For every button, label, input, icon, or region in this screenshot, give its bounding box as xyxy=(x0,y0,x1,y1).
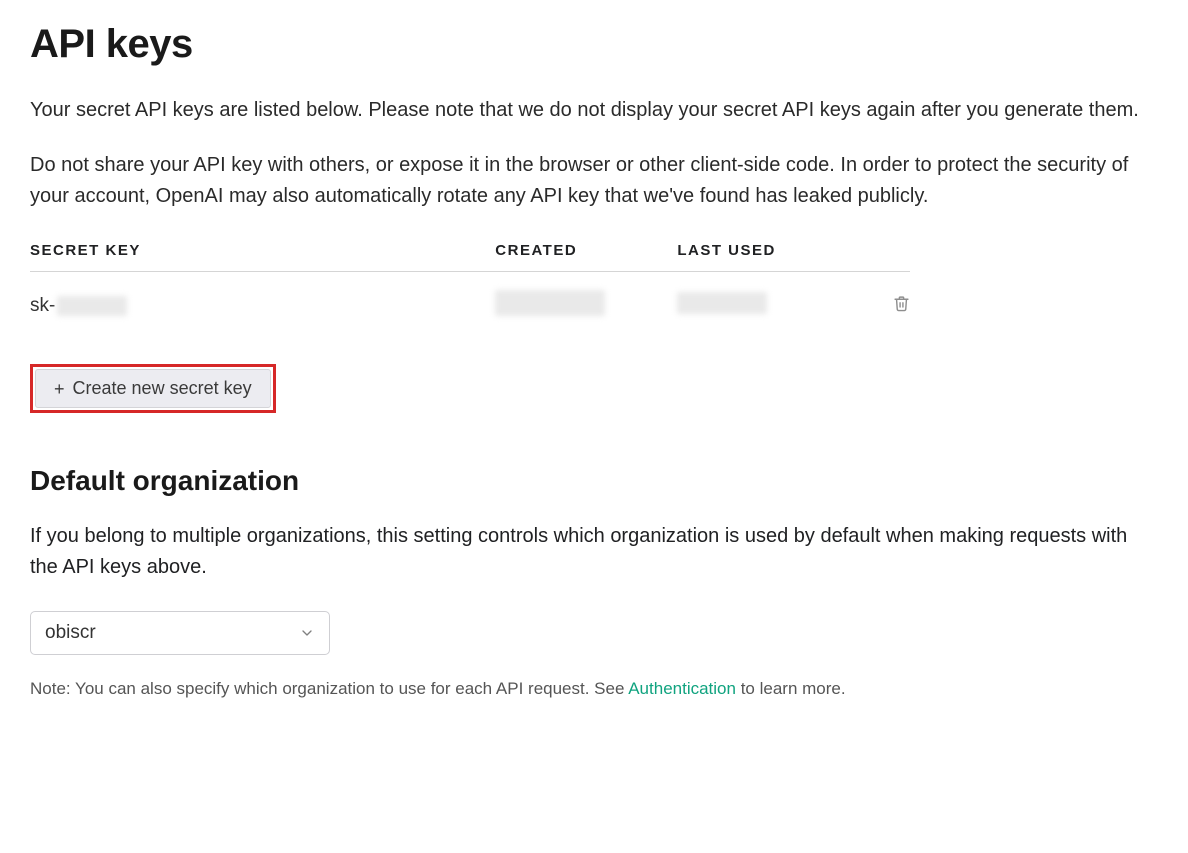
table-header-secret: SECRET KEY xyxy=(30,242,495,272)
page-title: API keys xyxy=(30,22,1158,67)
note-line: Note: You can also specify which organiz… xyxy=(30,679,1158,699)
create-button-label: Create new secret key xyxy=(73,378,252,399)
default-organization-description: If you belong to multiple organizations,… xyxy=(30,521,1150,583)
table-row: sk- xyxy=(30,272,910,341)
organization-selected-value: obiscr xyxy=(45,622,96,644)
authentication-link[interactable]: Authentication xyxy=(628,679,736,698)
create-new-secret-key-button[interactable]: + Create new secret key xyxy=(35,369,271,408)
organization-select[interactable]: obiscr xyxy=(30,611,330,655)
create-key-highlight: + Create new secret key xyxy=(30,364,276,413)
api-keys-table: SECRET KEY CREATED LAST USED sk- xyxy=(30,242,910,340)
created-redacted xyxy=(495,290,605,316)
trash-icon[interactable] xyxy=(893,295,910,312)
intro-paragraph-1: Your secret API keys are listed below. P… xyxy=(30,95,1150,126)
key-prefix: sk- xyxy=(30,295,55,316)
last-used-redacted xyxy=(677,292,767,314)
note-suffix: to learn more. xyxy=(736,679,846,698)
table-header-last-used: LAST USED xyxy=(677,242,859,272)
key-redacted xyxy=(57,296,127,316)
intro-paragraph-2: Do not share your API key with others, o… xyxy=(30,150,1150,212)
note-prefix: Note: You can also specify which organiz… xyxy=(30,679,628,698)
chevron-down-icon xyxy=(299,625,315,641)
default-organization-heading: Default organization xyxy=(30,465,1158,497)
plus-icon: + xyxy=(54,380,65,398)
table-header-created: CREATED xyxy=(495,242,677,272)
